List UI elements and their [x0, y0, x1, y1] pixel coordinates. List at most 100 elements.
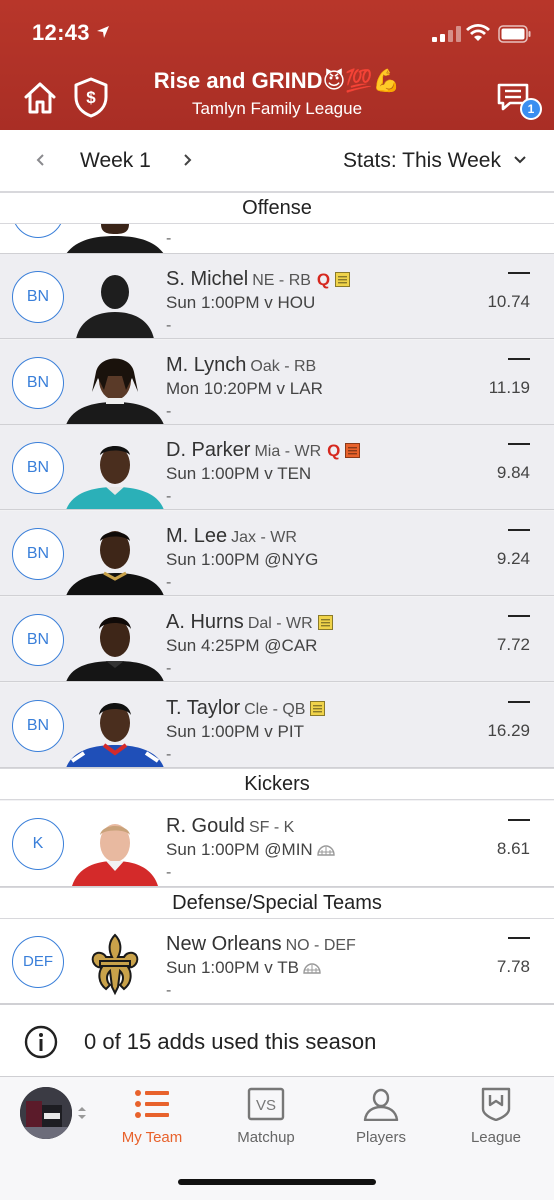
player-extra: -: [166, 317, 172, 334]
tab-matchup[interactable]: VS Matchup: [211, 1083, 321, 1153]
player-photo: [66, 531, 164, 595]
player-row[interactable]: BN D. Parker Mia - WR Q Sun 1:00PM v TEN -9.8…: [0, 425, 554, 510]
slot-badge[interactable]: BN: [12, 357, 64, 409]
shield-icon: [481, 1087, 511, 1121]
player-team-position: SF - K: [248, 819, 295, 836]
player-row[interactable]: BN S. Michel NE - RB Q Sun 1:00PM v HOU -10.7…: [0, 254, 554, 339]
chevron-down-icon[interactable]: [512, 154, 528, 166]
player-row-kicker[interactable]: K R. Gould SF - K Sun 1:00PM @MIN - 8.61: [0, 801, 554, 887]
stats-filter-dropdown[interactable]: Stats: This Week: [343, 149, 501, 173]
game-info: Sun 1:00PM @MIN: [166, 840, 335, 860]
tab-league[interactable]: League: [441, 1083, 551, 1153]
player-extra: -: [166, 660, 172, 677]
player-photo: [72, 824, 158, 886]
slot-badge[interactable]: BN: [12, 528, 64, 580]
projected-points: 8.61: [496, 839, 530, 858]
dome-stadium-icon: [317, 845, 335, 856]
slot-badge[interactable]: BN: [12, 700, 64, 752]
week-selector-bar: Week 1 Stats: This Week: [0, 130, 554, 192]
player-name[interactable]: M. Lee Jax - WR: [166, 525, 297, 548]
player-row[interactable]: BN M. Lee Jax - WR Sun 1:00PM @NYG - 9.24: [0, 511, 554, 596]
player-team-position: Dal - WR: [247, 615, 313, 632]
avatar[interactable]: [20, 1087, 72, 1139]
player-photo: [66, 224, 164, 253]
tab-label: Players: [355, 1129, 407, 1146]
player-name[interactable]: M. Lynch Oak - RB: [166, 354, 316, 377]
player-team-position: Oak - RB: [250, 358, 317, 375]
status-bar: 12:43: [0, 0, 554, 60]
adds-info-banner[interactable]: 0 of 15 adds used this season: [0, 1004, 554, 1076]
player-row[interactable]: BN A. Hurns Dal - WR Sun 4:25PM @CAR - 7.72: [0, 597, 554, 682]
actual-points: [508, 615, 530, 617]
tab-label: Matchup: [237, 1129, 295, 1146]
player-row[interactable]: BN M. Lynch Oak - RB Mon 10:20PM v LAR - 11.1…: [0, 340, 554, 425]
game-info: Sun 1:00PM @NYG: [166, 550, 319, 569]
chevron-left-icon[interactable]: [32, 150, 50, 170]
team-defense-name[interactable]: New Orleans NO - DEF: [166, 933, 356, 956]
player-photo: [66, 703, 164, 767]
injury-status-badge: Q: [327, 441, 341, 460]
tab-label: League: [470, 1129, 522, 1146]
slot-badge[interactable]: BN: [12, 442, 64, 494]
projected-points: 10.74: [487, 292, 530, 311]
player-team-position: NE - RB: [252, 272, 311, 289]
player-name[interactable]: S. Michel NE - RB Q: [166, 268, 351, 291]
actual-points: [508, 272, 530, 274]
vs-icon: VS: [247, 1087, 285, 1121]
chat-unread-badge: 1: [520, 98, 542, 120]
slot-badge[interactable]: [12, 224, 64, 238]
game-info: Sun 1:00PM v PIT: [166, 722, 304, 741]
cell-signal-icon: [432, 26, 461, 42]
player-note-icon[interactable]: [317, 615, 333, 630]
player-row-partial[interactable]: -: [0, 224, 554, 254]
player-photo: [76, 275, 154, 338]
league-name: Tamlyn Family League: [191, 99, 363, 118]
player-extra: -: [166, 864, 172, 881]
player-name[interactable]: R. Gould SF - K: [166, 815, 294, 838]
person-icon: [363, 1088, 399, 1121]
app-header: 12:43 $ Rise and GRIND😈💯💪 Tamlyn Family …: [0, 0, 554, 130]
slot-badge[interactable]: BN: [12, 614, 64, 666]
actual-points: [508, 443, 530, 445]
slot-badge[interactable]: BN: [12, 271, 64, 323]
player-team-position: Jax - WR: [231, 529, 297, 546]
player-note-icon[interactable]: [310, 701, 326, 716]
team-switch-icon[interactable]: [76, 1104, 88, 1122]
adds-used-text: 0 of 15 adds used this season: [84, 1029, 377, 1054]
player-name[interactable]: D. Parker Mia - WR Q: [166, 439, 361, 462]
player-name[interactable]: A. Hurns Dal - WR: [166, 611, 333, 634]
chevron-right-icon[interactable]: [178, 150, 196, 170]
player-extra: -: [166, 574, 172, 591]
game-info: Sun 1:00PM v TB: [166, 958, 321, 978]
actual-points: [508, 701, 530, 703]
player-note-icon[interactable]: [345, 443, 361, 458]
saints-logo-icon: [91, 933, 139, 996]
player-note-icon[interactable]: [335, 272, 351, 287]
projected-points: 7.72: [496, 635, 530, 654]
player-row[interactable]: BN T. Taylor Cle - QB Sun 1:00PM v PIT - 16.2…: [0, 683, 554, 768]
slot-badge[interactable]: DEF: [12, 936, 64, 988]
player-extra: -: [166, 230, 172, 247]
player-extra: -: [166, 488, 172, 505]
projected-points: 9.84: [496, 463, 530, 482]
week-label[interactable]: Week 1: [80, 149, 151, 173]
list-icon: [135, 1090, 169, 1118]
player-extra: -: [166, 982, 172, 999]
projected-points: 9.24: [496, 549, 530, 568]
location-arrow-icon: [97, 26, 109, 38]
game-info: Sun 1:00PM v HOU: [166, 293, 316, 312]
actual-points: [508, 819, 530, 821]
player-extra: -: [166, 746, 172, 763]
player-row-defense[interactable]: DEF New Orleans NO - DEF Sun 1:00PM v TB …: [0, 919, 554, 1004]
tab-players[interactable]: Players: [326, 1083, 436, 1153]
injury-status-badge: Q: [316, 270, 331, 289]
section-header-defense: Defense/Special Teams: [0, 887, 554, 919]
tab-my-team[interactable]: My Team: [97, 1083, 207, 1153]
svg-text:VS: VS: [256, 1097, 276, 1114]
slot-badge[interactable]: K: [12, 818, 64, 870]
dome-stadium-icon: [303, 963, 321, 974]
player-name[interactable]: T. Taylor Cle - QB: [166, 697, 326, 720]
player-team-position: Cle - QB: [244, 701, 306, 718]
projected-points: 16.29: [487, 721, 530, 740]
player-extra: -: [166, 403, 172, 420]
